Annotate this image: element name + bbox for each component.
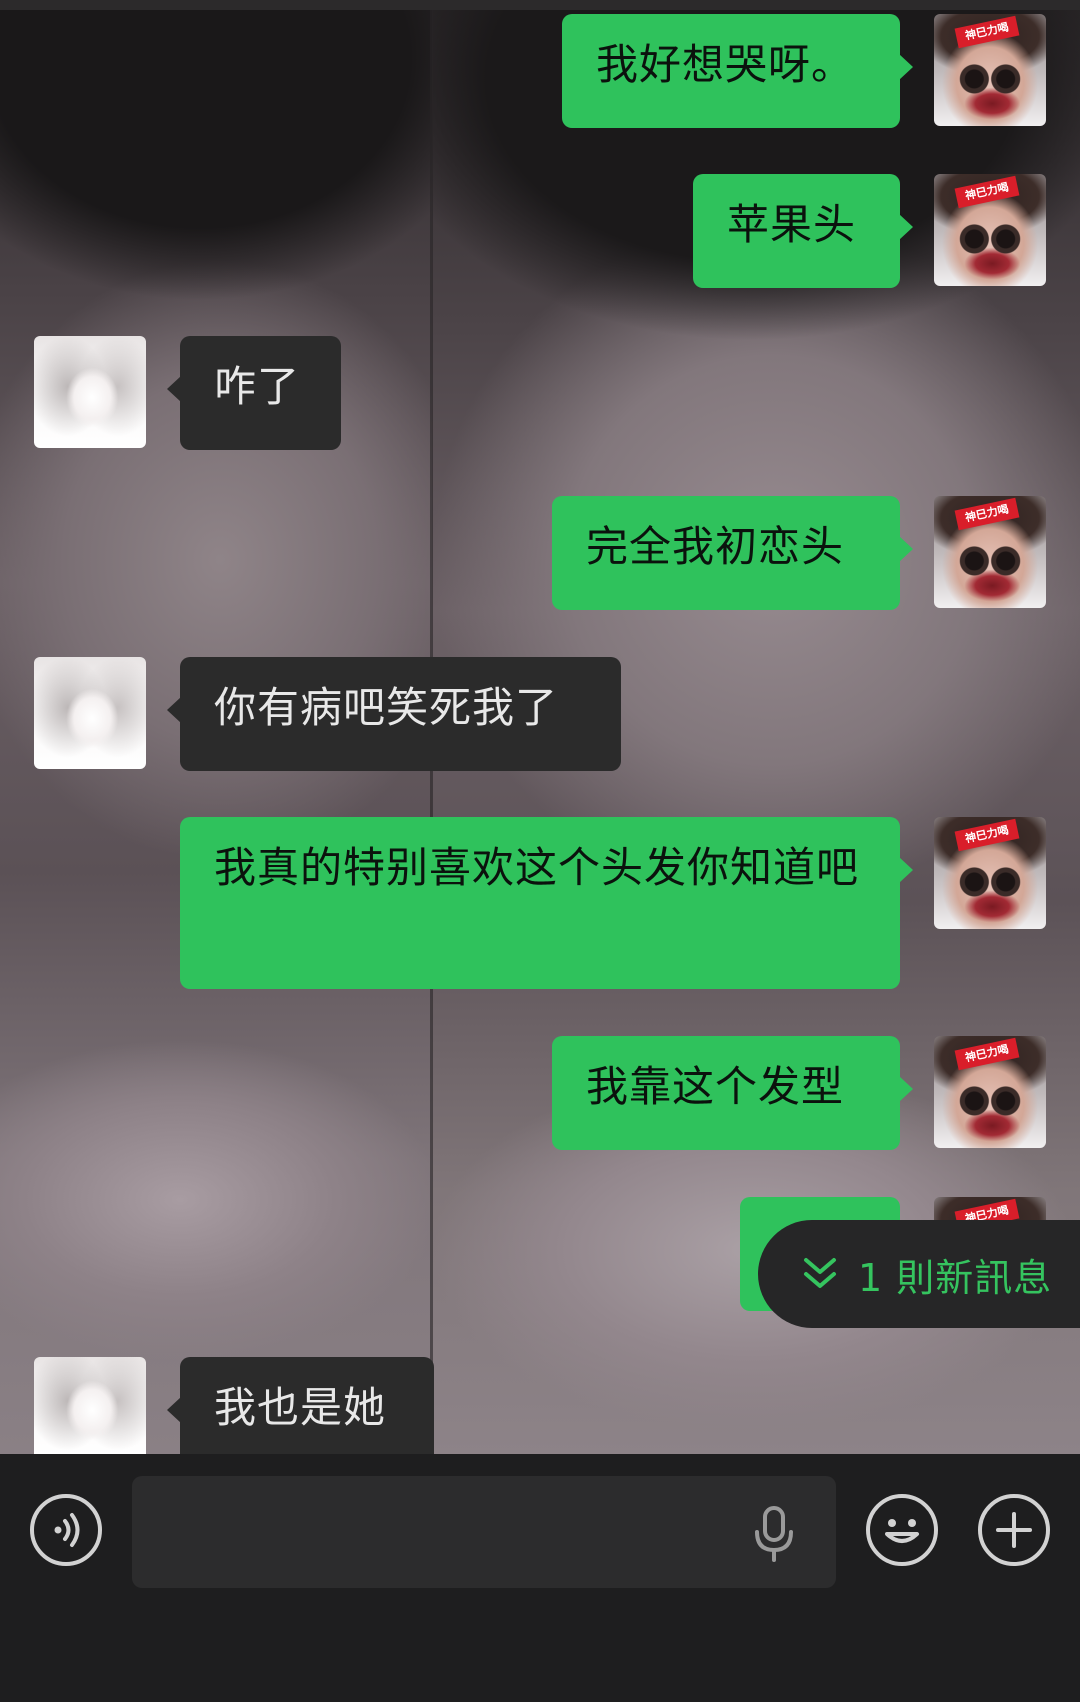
message-text: 我好想哭呀。 (596, 40, 855, 89)
message-bubble-self[interactable]: 苹果头 (693, 174, 913, 288)
more-options-button[interactable] (978, 1494, 1050, 1566)
self-avatar[interactable]: 神巳力喝 (934, 14, 1046, 126)
avatar-sticker-text: 神巳力喝 (954, 175, 1020, 209)
message-bubble-other[interactable]: 咋了 (167, 336, 341, 450)
self-avatar[interactable]: 神巳力喝 (934, 496, 1046, 608)
voice-mode-button[interactable] (30, 1494, 102, 1566)
contact-avatar[interactable] (34, 1357, 146, 1454)
message-bubble-self[interactable]: 我好想哭呀。 (562, 14, 913, 128)
plus-icon (996, 1512, 1032, 1548)
message-text: 你有病吧笑死我了 (214, 683, 559, 732)
message-text: 苹果头 (727, 200, 857, 249)
input-bar (0, 1454, 1080, 1702)
self-avatar[interactable]: 神巳力喝 (934, 1036, 1046, 1148)
chat-screen: 我好想哭呀。 神巳力喝 苹果头 神巳力喝 咋了 完全我初恋头 神巳力喝 你有病吧… (0, 0, 1080, 1702)
avatar-sticker-text: 神巳力喝 (954, 1037, 1020, 1071)
avatar-sticker-text: 神巳力喝 (954, 15, 1020, 49)
message-text: 我也是她 (214, 1383, 387, 1432)
avatar-sticker-text: 神巳力喝 (954, 497, 1020, 531)
new-messages-label: 1 則新訊息 (858, 1255, 1053, 1300)
message-bubble-self[interactable]: 我靠这个发型 (552, 1036, 913, 1150)
message-bubble-self[interactable]: 我真的特别喜欢这个头发你知道吧 (180, 817, 913, 989)
voice-icon (54, 1513, 80, 1547)
message-input[interactable] (132, 1476, 836, 1588)
message-text: 我真的特别喜欢这个头发你知道吧 (214, 843, 860, 892)
message-bubble-self[interactable]: 完全我初恋头 (552, 496, 913, 610)
message-bubble-other[interactable]: 你有病吧笑死我了 (167, 657, 621, 771)
double-chevron-down-icon (804, 1258, 836, 1288)
self-avatar[interactable]: 神巳力喝 (934, 174, 1046, 286)
emoji-button[interactable] (866, 1494, 938, 1566)
microphone-icon[interactable] (752, 1506, 796, 1562)
message-text: 咋了 (214, 362, 301, 411)
contact-avatar[interactable] (34, 657, 146, 769)
self-avatar[interactable]: 神巳力喝 (934, 817, 1046, 929)
new-messages-button[interactable]: 1 則新訊息 (758, 1220, 1080, 1328)
avatar-sticker-text: 神巳力喝 (954, 818, 1020, 852)
emoji-icon (885, 1519, 919, 1543)
contact-avatar[interactable] (34, 336, 146, 448)
message-bubble-other[interactable]: 我也是她 (167, 1357, 434, 1454)
top-edge (0, 0, 1080, 10)
message-text: 我靠这个发型 (586, 1062, 845, 1111)
message-text: 完全我初恋头 (586, 522, 845, 571)
